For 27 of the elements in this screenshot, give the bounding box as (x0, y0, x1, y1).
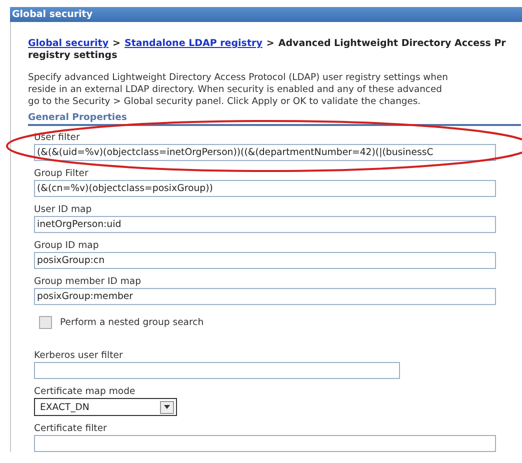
field-label: Kerberos user filter (34, 350, 124, 362)
page-title: registry settings (28, 50, 118, 62)
dropdown[interactable]: EXACT_DN (34, 398, 177, 416)
breadcrumb-separator: > (266, 38, 274, 50)
input-field[interactable]: posixGroup:cn (34, 252, 496, 269)
input-field[interactable]: (&(cn=%v)(objectclass=posixGroup)) (34, 180, 496, 197)
window-title: Global security (10, 7, 522, 22)
section-title: General Properties (28, 112, 521, 126)
breadcrumb-link[interactable]: Standalone LDAP registry (124, 38, 262, 50)
field-label: Group Filter (34, 168, 90, 180)
description-text: Specify advanced Lightweight Directory Access Protocol (LDAP) user registry settings when reside in an external LDAP directory. When security is enabled and any of these advanced go to the Security > Global security panel. Click Apply or OK to validate the changes. (28, 72, 449, 108)
field-label: Certificate filter (34, 423, 108, 435)
input-field[interactable]: (&(&(uid=%v)(objectclass=inetOrgPerson))((&(departmentNumber=42)(|(businessC (34, 144, 496, 161)
input-field[interactable] (34, 435, 496, 452)
input-field[interactable]: posixGroup:member (34, 288, 496, 305)
field-label: User ID map (34, 204, 93, 216)
input-field[interactable] (34, 362, 400, 379)
breadcrumb-link[interactable]: Global security (28, 38, 109, 50)
field-label: Group member ID map (34, 276, 142, 288)
field-label: Certificate map mode (34, 386, 136, 398)
field-label: Group ID map (34, 240, 100, 252)
caret-icon (160, 400, 174, 414)
page-title: Advanced Lightweight Directory Access Pr (278, 38, 506, 50)
breadcrumb-separator: > (112, 38, 120, 50)
input-field[interactable]: inetOrgPerson:uid (34, 216, 496, 233)
checkbox[interactable] (39, 316, 52, 329)
checkbox-label: Perform a nested group search (60, 316, 204, 328)
